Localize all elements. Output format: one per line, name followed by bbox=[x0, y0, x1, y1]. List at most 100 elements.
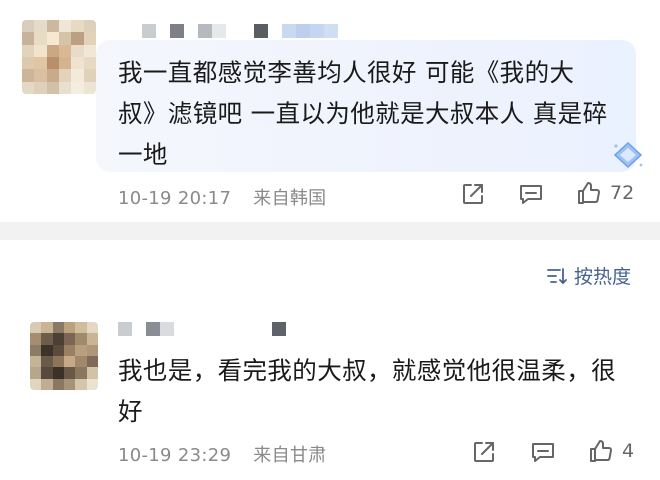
username-pixel bbox=[324, 24, 338, 38]
comment-meta: 10-19 23:29 来自甘肃 bbox=[118, 441, 326, 467]
avatar-pixel bbox=[41, 322, 53, 334]
sort-button[interactable]: 按热度 bbox=[546, 262, 631, 289]
share-icon bbox=[460, 184, 486, 211]
comment-line: 好 bbox=[118, 397, 143, 426]
username-pixel bbox=[132, 322, 146, 336]
comment-location: 来自韩国 bbox=[253, 188, 327, 209]
avatar-pixel bbox=[52, 355, 64, 368]
avatar-pixel bbox=[41, 344, 53, 356]
username-pixel bbox=[296, 24, 310, 38]
avatar-pixel bbox=[71, 69, 84, 82]
avatar-pixel bbox=[83, 81, 96, 94]
username-pixel bbox=[118, 322, 132, 336]
username-pixel bbox=[244, 322, 258, 336]
avatar-pixel bbox=[75, 378, 87, 390]
avatar-pixel bbox=[34, 81, 47, 94]
avatar[interactable] bbox=[22, 20, 96, 94]
username-pixel bbox=[142, 24, 156, 38]
avatar-pixel bbox=[71, 20, 84, 33]
avatar-pixel bbox=[46, 69, 59, 82]
avatar-pixel bbox=[30, 367, 42, 379]
avatar-pixel bbox=[41, 333, 53, 345]
username-pixel bbox=[184, 24, 198, 38]
username-pixel bbox=[282, 24, 296, 38]
username-pixel bbox=[170, 24, 184, 38]
share-button[interactable] bbox=[460, 181, 486, 207]
sort-icon bbox=[546, 265, 568, 287]
avatar-pixel bbox=[52, 367, 64, 379]
avatar-pixel bbox=[34, 56, 47, 70]
username-mosaic[interactable] bbox=[118, 322, 286, 336]
comment-1: 我一直都感觉李善均人很好 可能《我的大 叔》滤镜吧 一直以为他就是大叔本人 真是… bbox=[0, 0, 660, 222]
avatar-pixel bbox=[63, 378, 76, 390]
comment-text: 我一直都感觉李善均人很好 可能《我的大 叔》滤镜吧 一直以为他就是大叔本人 真是… bbox=[118, 52, 638, 175]
avatar-pixel bbox=[22, 20, 35, 33]
avatar-pixel bbox=[46, 32, 59, 45]
username-pixel bbox=[310, 24, 324, 38]
like-button[interactable]: 72 bbox=[576, 180, 634, 206]
comment-date: 10-19 20:17 bbox=[118, 188, 232, 209]
avatar-pixel bbox=[52, 333, 64, 345]
share-button[interactable] bbox=[471, 439, 497, 465]
avatar-pixel bbox=[22, 44, 35, 57]
avatar-pixel bbox=[83, 32, 96, 45]
avatar-pixel bbox=[71, 56, 84, 70]
avatar-pixel bbox=[34, 32, 47, 45]
username-pixel bbox=[258, 322, 272, 336]
username-pixel bbox=[174, 322, 188, 336]
username-pixel bbox=[188, 322, 202, 336]
reply-button[interactable] bbox=[530, 439, 556, 465]
avatar-pixel bbox=[22, 32, 35, 45]
username-pixel bbox=[156, 24, 170, 38]
avatar-pixel bbox=[86, 322, 98, 334]
sort-label: 按热度 bbox=[574, 266, 632, 288]
avatar-pixel bbox=[83, 44, 96, 57]
avatar-pixel bbox=[58, 44, 72, 57]
like-count: 72 bbox=[610, 182, 635, 204]
comment-line: 一地 bbox=[118, 140, 168, 169]
avatar-pixel bbox=[30, 322, 42, 334]
avatar-pixel bbox=[71, 32, 84, 45]
avatar-pixel bbox=[63, 355, 76, 368]
avatar-pixel bbox=[75, 333, 87, 345]
username-pixel bbox=[198, 24, 212, 38]
avatar-pixel bbox=[46, 20, 59, 33]
avatar[interactable] bbox=[30, 322, 98, 390]
comment-date: 10-19 23:29 bbox=[118, 445, 232, 466]
username-pixel bbox=[160, 322, 174, 336]
diamond-badge-icon bbox=[610, 140, 646, 170]
avatar-pixel bbox=[86, 333, 98, 345]
reply-button[interactable] bbox=[518, 181, 544, 207]
avatar-pixel bbox=[86, 355, 98, 368]
avatar-pixel bbox=[46, 81, 59, 94]
username-pixel bbox=[226, 24, 240, 38]
avatar-pixel bbox=[30, 355, 42, 368]
comment-meta: 10-19 20:17 来自韩国 bbox=[118, 184, 326, 210]
username-mosaic[interactable] bbox=[142, 24, 338, 38]
avatar-pixel bbox=[22, 69, 35, 82]
avatar-pixel bbox=[63, 322, 76, 334]
avatar-pixel bbox=[46, 44, 59, 57]
avatar-pixel bbox=[58, 32, 72, 45]
avatar-pixel bbox=[71, 44, 84, 57]
username-pixel bbox=[216, 322, 230, 336]
avatar-pixel bbox=[30, 333, 42, 345]
username-pixel bbox=[268, 24, 282, 38]
avatar-pixel bbox=[30, 378, 42, 390]
avatar-pixel bbox=[58, 69, 72, 82]
avatar-pixel bbox=[63, 333, 76, 345]
avatar-pixel bbox=[86, 344, 98, 356]
comment-icon bbox=[518, 185, 544, 211]
avatar-pixel bbox=[34, 69, 47, 82]
like-count: 4 bbox=[622, 440, 635, 462]
comment-line: 我一直都感觉李善均人很好 可能《我的大 bbox=[118, 58, 575, 87]
share-icon bbox=[471, 442, 497, 469]
avatar-pixel bbox=[58, 81, 72, 94]
like-button[interactable]: 4 bbox=[588, 438, 634, 464]
avatar-pixel bbox=[86, 378, 98, 390]
username-pixel bbox=[240, 24, 254, 38]
avatar-pixel bbox=[83, 56, 96, 70]
avatar-pixel bbox=[52, 344, 64, 356]
avatar-pixel bbox=[86, 367, 98, 379]
avatar-pixel bbox=[22, 56, 35, 70]
